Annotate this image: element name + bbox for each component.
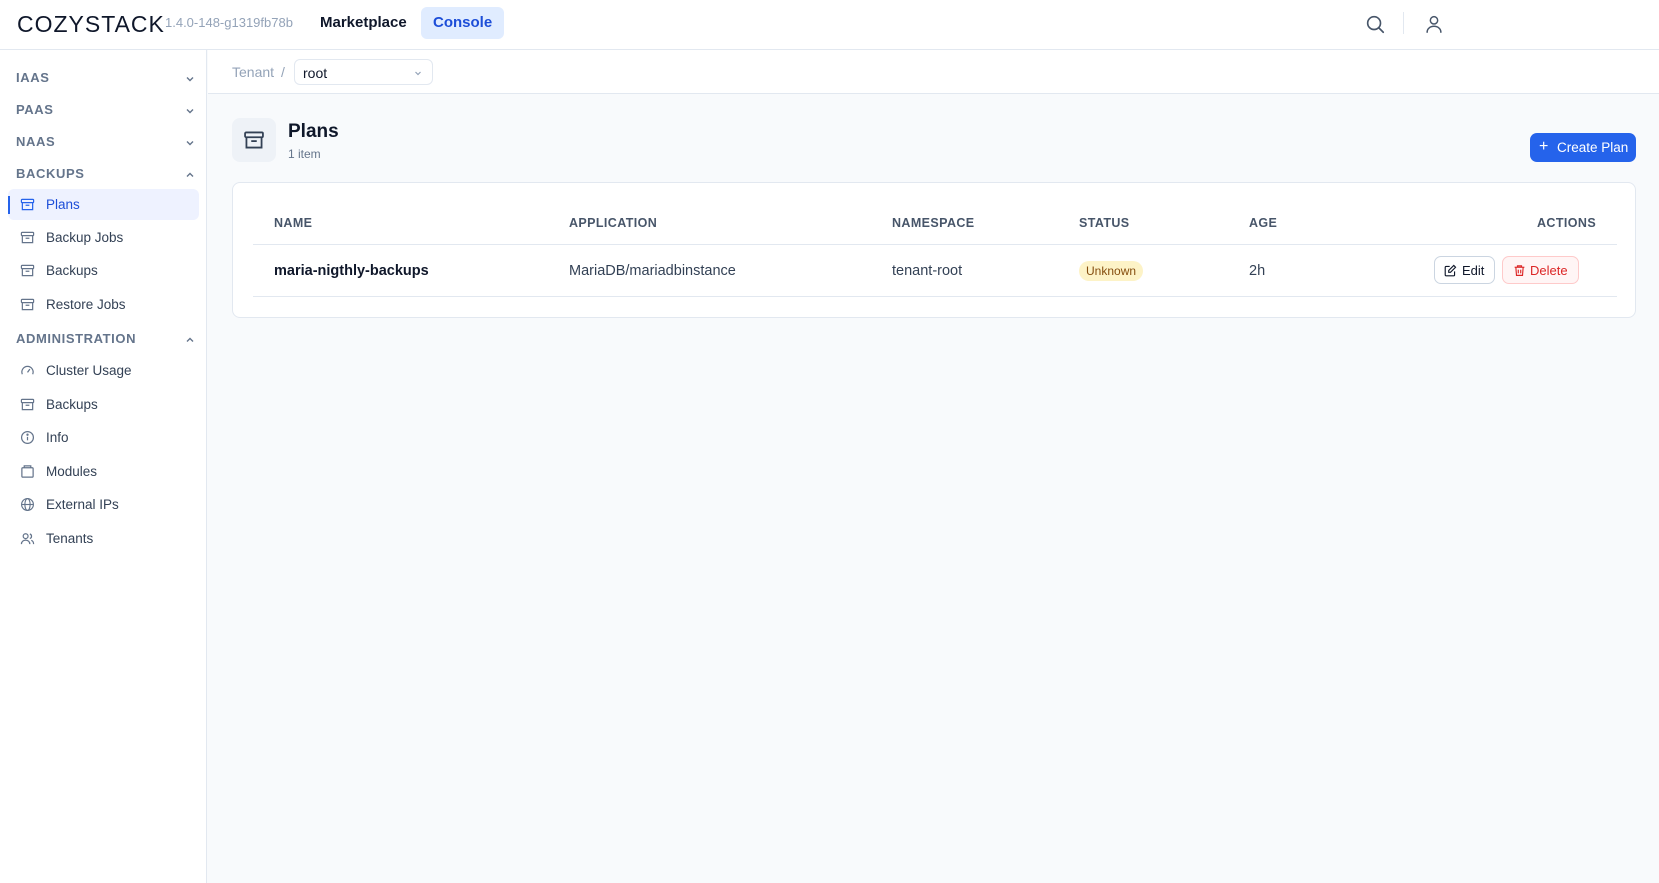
sidebar-item-label: Cluster Usage (46, 363, 132, 378)
sidebar-item-info[interactable]: Info (8, 422, 199, 453)
gauge-icon (21, 365, 34, 375)
sidebar-item-label: Backups (46, 397, 98, 412)
cell-application: MariaDB/mariadbinstance (569, 263, 736, 279)
delete-label: Delete (1530, 263, 1568, 278)
edit-label: Edit (1462, 263, 1485, 278)
plans-table: NAME APPLICATION NAMESPACE STATUS AGE AC… (232, 182, 1636, 318)
nav-console[interactable]: Console (421, 7, 505, 39)
sidebar-item-external-ips[interactable]: External IPs (8, 489, 199, 520)
breadcrumb: Tenant / root (208, 50, 1659, 94)
sidebar-item-label: Info (46, 430, 69, 445)
section-paas[interactable]: PAAS (16, 102, 196, 122)
sidebar-item-backups[interactable]: Backups (8, 255, 199, 286)
archive-icon (20, 198, 35, 211)
column-header-status[interactable]: STATUS (1079, 216, 1130, 230)
cell-namespace: tenant-root (892, 263, 963, 279)
logo[interactable]: COZYSTACK (17, 11, 165, 38)
tenant-select-value: root (303, 65, 328, 81)
search-icon[interactable] (1364, 13, 1386, 35)
top-bar: COZYSTACK 1.4.0-148-g1319fb78b Marketpla… (0, 0, 1659, 50)
globe-icon (21, 498, 34, 511)
status-badge: Unknown (1079, 261, 1144, 281)
page-icon (232, 118, 276, 162)
sidebar-item-tenants[interactable]: Tenants (8, 523, 199, 554)
sidebar-item-backup-jobs[interactable]: Backup Jobs (8, 222, 199, 253)
archive-icon (20, 264, 35, 277)
chevron-up-icon (186, 337, 194, 342)
chevron-down-icon (186, 141, 194, 146)
create-plan-button[interactable]: + Create Plan (1530, 133, 1636, 162)
sidebar-item-label: Restore Jobs (46, 297, 126, 312)
section-label: IAAS (16, 70, 50, 85)
section-naas[interactable]: NAAS (16, 134, 196, 154)
tenant-select[interactable]: root (294, 59, 433, 85)
nav-marketplace[interactable]: Marketplace (308, 7, 419, 39)
column-header-actions: ACTIONS (1537, 216, 1597, 230)
column-header-name[interactable]: NAME (274, 216, 312, 230)
sidebar-item-label: Modules (46, 464, 98, 479)
package-icon (21, 465, 34, 478)
sidebar-item-cluster-usage[interactable]: Cluster Usage (8, 355, 199, 386)
section-label: PAAS (16, 102, 54, 117)
chevron-down-icon (186, 77, 194, 82)
sidebar-item-label: Tenants (46, 531, 94, 546)
edit-icon (1444, 264, 1457, 277)
archive-icon (20, 231, 35, 244)
sidebar-item-restore-jobs[interactable]: Restore Jobs (8, 289, 199, 320)
section-administration[interactable]: ADMINISTRATION (16, 331, 196, 351)
info-icon (20, 430, 35, 445)
archive-icon (244, 131, 264, 149)
cell-age: 2h (1249, 263, 1266, 279)
archive-icon (20, 398, 35, 411)
sidebar: IAAS PAAS NAAS BACKUPS Plans Backup Jobs… (0, 50, 207, 883)
breadcrumb-separator: / (281, 64, 285, 80)
users-icon (20, 533, 35, 545)
table-row[interactable]: maria-nigthly-backups MariaDB/mariadbins… (253, 245, 1617, 297)
sidebar-item-modules[interactable]: Modules (8, 456, 199, 487)
chevron-down-icon (186, 109, 194, 114)
column-header-age[interactable]: AGE (1249, 216, 1277, 230)
version-label: 1.4.0-148-g1319fb78b (165, 15, 293, 30)
column-header-namespace[interactable]: NAMESPACE (892, 216, 975, 230)
user-icon[interactable] (1423, 13, 1445, 35)
sidebar-item-label: Plans (46, 197, 80, 212)
delete-button[interactable]: Delete (1502, 256, 1579, 284)
section-backups[interactable]: BACKUPS (16, 166, 196, 186)
item-count: 1 item (288, 147, 321, 161)
sidebar-item-label: Backup Jobs (46, 230, 124, 245)
page-title: Plans (288, 121, 339, 142)
breadcrumb-tenant-label[interactable]: Tenant (232, 64, 274, 80)
chevron-up-icon (186, 172, 194, 177)
section-label: ADMINISTRATION (16, 331, 137, 346)
sidebar-item-admin-backups[interactable]: Backups (8, 389, 199, 420)
trash-icon (1514, 265, 1525, 276)
section-label: NAAS (16, 134, 56, 149)
plus-icon: + (1539, 138, 1549, 155)
header-divider (1403, 12, 1404, 34)
section-label: BACKUPS (16, 166, 85, 181)
sidebar-item-plans[interactable]: Plans (8, 189, 199, 220)
cell-name[interactable]: maria-nigthly-backups (274, 263, 429, 279)
create-plan-label: Create Plan (1557, 140, 1629, 155)
sidebar-item-label: External IPs (46, 497, 119, 512)
chevron-down-icon (415, 71, 421, 76)
column-header-application[interactable]: APPLICATION (569, 216, 657, 230)
archive-icon (20, 298, 35, 311)
edit-button[interactable]: Edit (1434, 256, 1495, 284)
section-iaas[interactable]: IAAS (16, 70, 196, 90)
sidebar-item-label: Backups (46, 263, 98, 278)
